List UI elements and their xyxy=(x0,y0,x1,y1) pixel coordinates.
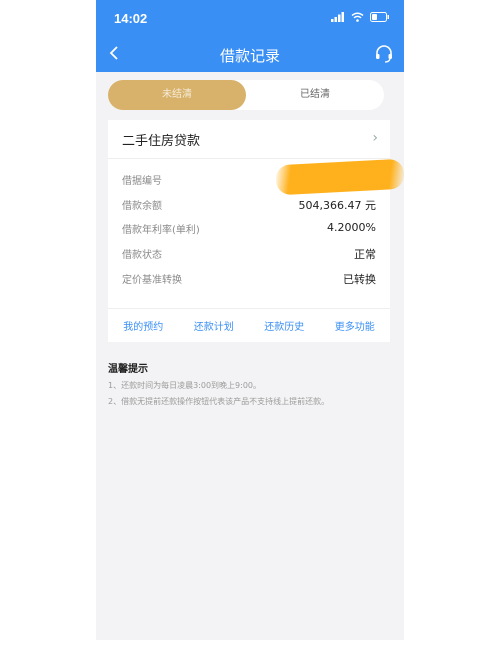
my-appointments-link[interactable]: 我的预约 xyxy=(123,318,163,333)
loan-status-tabs: 未结清 已结清 xyxy=(108,80,384,110)
top-bar: 14:02 借款记录 xyxy=(96,0,404,72)
row-value: 4.2000% xyxy=(327,221,376,234)
row-value: 已转换 xyxy=(343,273,376,286)
actions-divider xyxy=(108,308,390,309)
battery-icon xyxy=(370,12,389,22)
tab-settled[interactable]: 已结清 xyxy=(246,80,384,110)
tip-line-2: 2、借款无提前还款操作按钮代表该产品不支持线上提前还款。 xyxy=(108,397,330,406)
chevron-right-icon[interactable]: › xyxy=(372,130,378,146)
status-time: 14:02 xyxy=(114,11,148,26)
row-loan-status: 借款状态 正常 xyxy=(122,246,376,266)
tips-title: 温馨提示 xyxy=(108,364,148,375)
loan-title[interactable]: 二手住房贷款 xyxy=(122,130,200,149)
tip-line-1: 1、还款时间为每日凌晨3:00到晚上9:00。 xyxy=(108,381,262,390)
row-pricing-conversion: 定价基准转换 已转换 xyxy=(122,271,376,291)
more-functions-link[interactable]: 更多功能 xyxy=(335,318,375,333)
row-value: 正常 xyxy=(354,248,376,261)
row-label: 借据编号 xyxy=(122,176,162,187)
loan-card: 二手住房贷款 › 借据编号 借款余额 504,366.47 元 借款年利率(单利… xyxy=(108,120,390,342)
loan-actions: 我的预约 还款计划 还款历史 更多功能 xyxy=(108,318,390,333)
row-balance: 借款余额 504,366.47 元 xyxy=(122,197,376,217)
row-label: 借款余额 xyxy=(122,201,162,212)
page-title: 借款记录 xyxy=(219,47,280,65)
repayment-plan-link[interactable]: 还款计划 xyxy=(194,318,234,333)
card-divider xyxy=(108,158,390,159)
repayment-history-link[interactable]: 还款历史 xyxy=(264,318,304,333)
signal-icon xyxy=(331,12,344,22)
row-label: 定价基准转换 xyxy=(122,275,182,286)
row-label: 借款年利率(单利) xyxy=(122,225,200,236)
wifi-icon xyxy=(351,12,364,22)
row-label: 借款状态 xyxy=(122,250,162,261)
row-value: 504,366.47 元 xyxy=(298,199,376,212)
tab-unsettled[interactable]: 未结清 xyxy=(108,80,246,110)
headset-icon[interactable] xyxy=(374,44,394,64)
phone-screen: 14:02 借款记录 未结清 已结清 二手住房贷款 › 借据编号 借款余额 50… xyxy=(96,0,404,640)
row-interest-rate: 借款年利率(单利) 4.2000% xyxy=(122,221,376,241)
status-icons xyxy=(331,12,390,22)
